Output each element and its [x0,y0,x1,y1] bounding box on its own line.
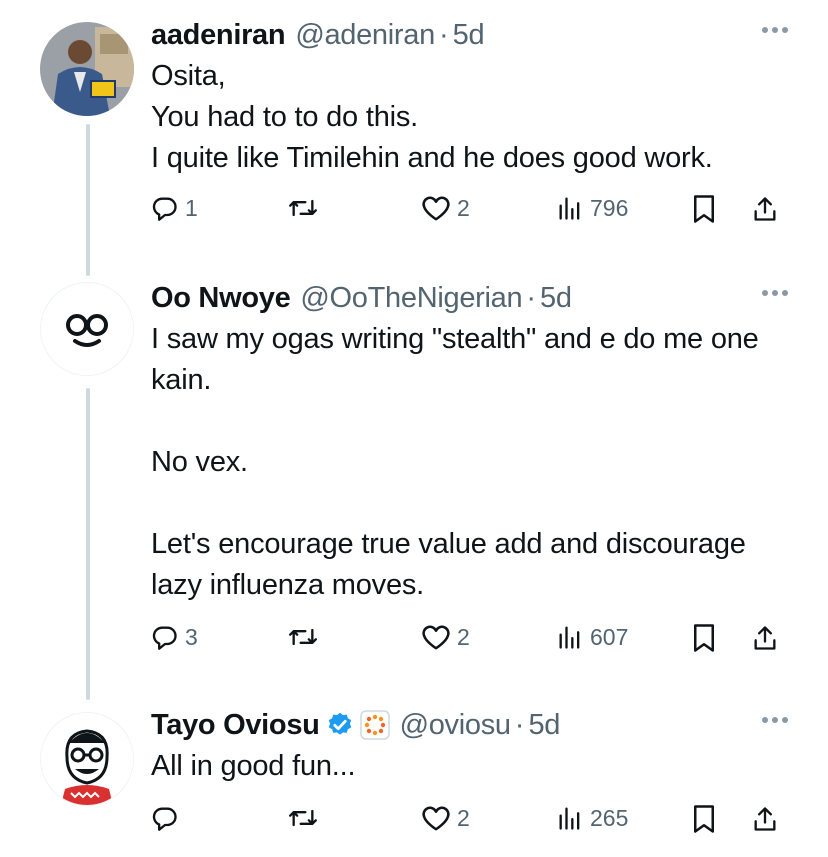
handle[interactable]: @adeniran [295,19,435,52]
separator: · [438,18,449,51]
tweet-text: All in good fun... [151,750,356,782]
avatar[interactable] [40,22,134,116]
tweet-header: aadeniran @adeniran · 5d [151,15,788,55]
tweet-text: Osita, You had to to do this. I quite li… [151,60,713,174]
reply-icon [152,626,177,650]
action-bar: 3 2 607 [151,623,788,663]
reply-count: 1 [185,194,198,221]
avatar[interactable] [40,282,134,376]
views-button[interactable]: 607 [556,623,628,651]
action-bar: 1 2 796 [151,194,788,234]
tweet[interactable]: Oo Nwoye @OoTheNigerian · 5d I saw my og… [151,278,788,663]
share-button[interactable] [751,194,779,224]
bookmark-button[interactable] [691,623,717,653]
tweet-text: I saw my ogas writing "stealth" and e do… [151,323,759,601]
views-icon [559,197,580,220]
more-icon[interactable] [762,27,788,33]
thread-line [86,124,90,276]
action-bar: 2 265 [151,804,788,844]
repost-icon [289,628,318,646]
bookmark-button[interactable] [691,194,717,224]
reply-icon [152,197,177,221]
timestamp[interactable]: 5d [453,19,485,52]
share-icon [754,807,776,831]
repost-button[interactable] [286,804,326,832]
display-name[interactable]: aadeniran [151,19,286,52]
tweet-header: Tayo Oviosu @oviosu · 5d [151,705,788,745]
display-name[interactable]: Tayo Oviosu [151,709,320,742]
like-count: 2 [457,623,470,650]
timestamp[interactable]: 5d [540,282,572,315]
share-button[interactable] [751,804,779,834]
like-icon [422,806,450,831]
tweet-header: Oo Nwoye @OoTheNigerian · 5d [151,278,788,318]
separator: · [526,281,536,314]
view-count: 607 [590,623,629,650]
like-icon [422,196,450,221]
repost-button[interactable] [286,194,326,222]
handle[interactable]: @oviosu [400,709,511,742]
views-button[interactable]: 796 [556,194,628,222]
share-icon [754,197,776,221]
display-name[interactable]: Oo Nwoye [151,282,291,315]
like-button[interactable]: 2 [421,804,470,832]
reply-button[interactable] [151,804,185,832]
bookmark-icon [694,805,714,833]
reply-button[interactable]: 3 [151,623,198,651]
views-icon [559,807,580,830]
more-icon[interactable] [762,290,788,296]
reply-count: 3 [185,623,198,650]
bookmark-icon [694,195,714,223]
bookmark-button[interactable] [691,804,717,834]
verified-badge-icon [326,711,354,739]
share-icon [754,626,776,650]
timestamp[interactable]: 5d [528,709,560,742]
repost-icon [289,809,318,827]
avatar[interactable] [40,712,134,806]
reply-icon [152,807,177,831]
view-count: 265 [590,804,629,831]
like-button[interactable]: 2 [421,623,470,651]
thread-line [86,388,90,700]
like-count: 2 [457,194,470,221]
like-icon [422,625,450,650]
reply-button[interactable]: 1 [151,194,198,222]
views-button[interactable]: 265 [556,804,628,832]
tweet[interactable]: Tayo Oviosu @oviosu · 5d All in good fun… [151,705,788,844]
repost-icon [289,199,318,217]
repost-button[interactable] [286,623,326,651]
separator: · [514,708,525,741]
affiliate-logo-icon[interactable] [359,710,390,740]
tweet[interactable]: aadeniran @adeniran · 5d Osita, You had … [151,15,788,234]
view-count: 796 [590,194,629,221]
like-count: 2 [457,804,470,831]
bookmark-icon [694,624,714,652]
views-icon [559,626,580,649]
more-icon[interactable] [762,717,788,723]
like-button[interactable]: 2 [421,194,470,222]
handle[interactable]: @OoTheNigerian [300,282,522,315]
share-button[interactable] [751,623,779,653]
